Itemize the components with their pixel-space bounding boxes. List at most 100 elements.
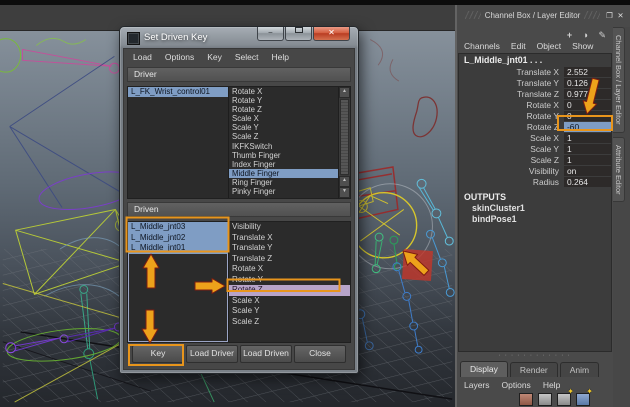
side-tab-strip: Channel Box / Layer Editor Attribute Edi… — [613, 27, 630, 407]
menu-help[interactable]: Help — [272, 52, 289, 62]
driver-attribute-item[interactable]: Rotate Z — [229, 105, 338, 114]
driven-attribute-item-selected[interactable]: Rotate Z — [229, 285, 350, 296]
manipulator-axis-icon[interactable]: + — [567, 29, 572, 41]
driver-attribute-item[interactable]: IKFKSwitch — [229, 142, 338, 151]
driver-list-scrollbar[interactable]: ▲ ▲ ▼ — [338, 87, 350, 198]
channel-value-field[interactable]: 1 — [564, 155, 611, 165]
create-layer-from-selected-icon[interactable]: ✦ — [576, 393, 590, 406]
menu-edit[interactable]: Edit — [511, 41, 526, 51]
tab-channel-box-layer-editor[interactable]: Channel Box / Layer Editor — [613, 27, 625, 133]
driver-attribute-item[interactable]: Pinky Finger — [229, 187, 338, 196]
driver-section-header: Driver — [127, 67, 351, 82]
channel-label[interactable]: Translate Z — [459, 89, 564, 99]
driven-attribute-item[interactable]: Scale Y — [229, 306, 350, 317]
driven-attribute-item[interactable]: Rotate Y — [229, 275, 350, 286]
close-dialog-button[interactable]: Close — [294, 345, 346, 363]
driver-attribute-item[interactable]: Scale Z — [229, 132, 338, 141]
driver-node-item[interactable]: L_FK_Wrist_control01 — [128, 87, 228, 97]
panel-grip-texture[interactable] — [584, 11, 600, 19]
driven-attribute-item[interactable]: Translate Z — [229, 254, 350, 265]
driver-attribute-item[interactable]: Rotate X — [229, 87, 338, 96]
channel-value-field-selected[interactable]: -60 — [564, 122, 611, 132]
driven-attribute-item[interactable]: Translate X — [229, 233, 350, 244]
channel-label[interactable]: Visibility — [459, 166, 564, 176]
driven-node-item-selected[interactable]: L_Middle_jnt03 — [128, 222, 228, 233]
driven-node-item-selected[interactable]: L_Middle_jnt01 — [128, 243, 228, 254]
driver-attribute-item[interactable]: Scale Y — [229, 123, 338, 132]
channel-label[interactable]: Rotate X — [459, 100, 564, 110]
panel-drag-handle[interactable]: · · · · · · · · · · · · — [457, 353, 612, 359]
tab-display[interactable]: Display — [460, 361, 508, 377]
key-button[interactable]: Key — [132, 345, 184, 363]
menu-layer-options[interactable]: Options — [502, 380, 531, 390]
channel-value-field[interactable]: on — [564, 166, 611, 176]
dialog-titlebar[interactable]: Set Driven Key – ✕ — [120, 27, 358, 48]
driven-attribute-item[interactable]: Rotate X — [229, 264, 350, 275]
output-node[interactable]: skinCluster1 — [459, 203, 611, 214]
output-node[interactable]: bindPose1 — [459, 214, 611, 225]
channel-value-field[interactable]: 0.126 — [564, 78, 611, 88]
scroll-up-icon[interactable]: ▲ — [339, 176, 350, 187]
driver-attribute-item[interactable]: Rotate Y — [229, 96, 338, 105]
menu-object[interactable]: Object — [537, 41, 562, 51]
channel-value-field[interactable]: 0.264 — [564, 177, 611, 187]
menu-load[interactable]: Load — [133, 52, 152, 62]
driven-attribute-item[interactable]: Scale Z — [229, 317, 350, 328]
panel-close-icon[interactable]: ✕ — [615, 10, 626, 21]
channel-label[interactable]: Rotate Y — [459, 111, 564, 121]
channel-label[interactable]: Translate Y — [459, 78, 564, 88]
driven-attribute-item[interactable]: Scale X — [229, 296, 350, 307]
driver-attribute-item[interactable]: Ring Finger — [229, 178, 338, 187]
tab-attribute-editor[interactable]: Attribute Editor — [613, 137, 625, 203]
new-star-icon: ✦ — [567, 387, 574, 396]
menu-layers[interactable]: Layers — [464, 380, 490, 390]
driver-attribute-item[interactable]: Thumb Finger — [229, 151, 338, 160]
channel-value-field[interactable]: 0 — [564, 100, 611, 110]
driver-attribute-item[interactable]: Scale X — [229, 114, 338, 123]
menu-options[interactable]: Options — [165, 52, 194, 62]
driven-node-item-selected[interactable]: L_Middle_jnt02 — [128, 233, 228, 244]
layer-move-icon[interactable] — [519, 393, 533, 406]
panel-grip-texture[interactable] — [465, 11, 481, 19]
speed-state-icon[interactable]: ◑ — [583, 29, 588, 41]
driver-node-list: L_FK_Wrist_control01 — [128, 87, 229, 198]
maximize-button[interactable] — [285, 27, 312, 41]
scroll-down-icon[interactable]: ▼ — [339, 187, 350, 198]
channel-value-field[interactable]: 1 — [564, 133, 611, 143]
channel-value-field[interactable]: 0 — [564, 111, 611, 121]
channel-row: Scale X1 — [459, 132, 611, 143]
layer-empty-icon[interactable] — [538, 393, 552, 406]
driven-attribute-item[interactable]: Visibility — [229, 222, 350, 233]
channel-value-field[interactable]: 2.552 — [564, 67, 611, 77]
channel-label[interactable]: Radius — [459, 177, 564, 187]
menu-layer-help[interactable]: Help — [543, 380, 560, 390]
driver-attribute-item-selected[interactable]: Middle Finger — [229, 169, 338, 178]
scroll-up-icon[interactable]: ▲ — [339, 87, 350, 98]
channel-row: Radius0.264 — [459, 176, 611, 187]
channel-value-field[interactable]: 0.977 — [564, 89, 611, 99]
pen-edit-icon[interactable]: ✎ — [598, 29, 606, 41]
load-driven-button[interactable]: Load Driven — [240, 345, 292, 363]
driven-attribute-item[interactable]: Translate Y — [229, 243, 350, 254]
minimize-button[interactable]: – — [257, 27, 284, 41]
panel-float-icon[interactable]: ❐ — [604, 10, 615, 21]
menu-show[interactable]: Show — [572, 41, 593, 51]
driver-attribute-item[interactable]: Index Finger — [229, 160, 338, 169]
channel-value-field[interactable]: 1 — [564, 144, 611, 154]
channel-label[interactable]: Scale X — [459, 133, 564, 143]
channel-label[interactable]: Scale Z — [459, 155, 564, 165]
close-button[interactable]: ✕ — [313, 27, 350, 41]
dialog-button-row: Key Load Driver Load Driven Close — [132, 345, 346, 363]
tab-anim[interactable]: Anim — [560, 362, 599, 377]
load-driver-button[interactable]: Load Driver — [186, 345, 238, 363]
menu-channels[interactable]: Channels — [464, 41, 500, 51]
scrollbar-thumb[interactable] — [340, 99, 349, 175]
menu-select[interactable]: Select — [235, 52, 259, 62]
create-empty-layer-icon[interactable]: ✦ — [557, 393, 571, 406]
channel-label[interactable]: Rotate Z — [459, 122, 564, 132]
channel-label[interactable]: Translate X — [459, 67, 564, 77]
channel-label[interactable]: Scale Y — [459, 144, 564, 154]
new-star-icon: ✦ — [586, 387, 593, 396]
tab-render[interactable]: Render — [510, 362, 558, 377]
menu-key[interactable]: Key — [207, 52, 222, 62]
